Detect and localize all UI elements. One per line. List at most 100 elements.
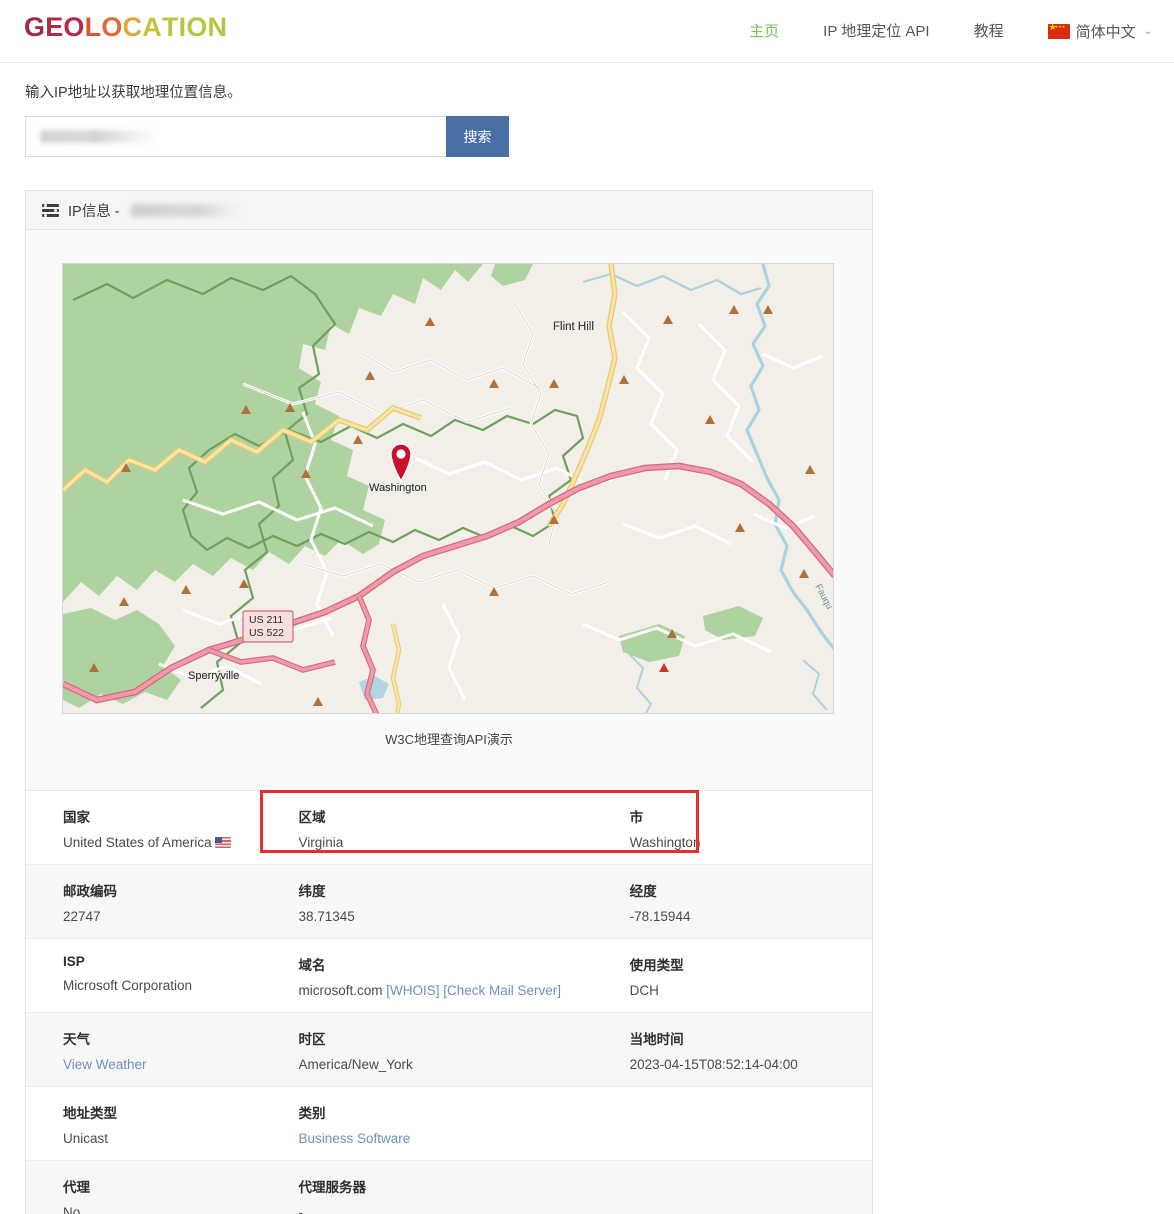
detail-row: 天气 View Weather 时区 America/New_York 当地时间 2023… bbox=[26, 1013, 872, 1087]
svg-text:US 522: US 522 bbox=[249, 627, 284, 639]
cn-flag-icon bbox=[1047, 20, 1070, 39]
search-row: 搜索 bbox=[25, 116, 509, 157]
detail-cell: 国家 United States of America bbox=[26, 806, 261, 850]
server-list-icon bbox=[42, 203, 59, 217]
detail-value: 38.71345 bbox=[298, 909, 592, 924]
detail-value: Microsoft Corporation bbox=[63, 978, 261, 993]
detail-label: 区域 bbox=[298, 810, 326, 825]
detail-cell: 域名 microsoft.com [WHOIS] [Check Mail Serv… bbox=[261, 954, 592, 998]
detail-value-text: 2023-04-15T08:52:14-04:00 bbox=[629, 1057, 798, 1072]
detail-label: 代理 bbox=[63, 1180, 90, 1195]
detail-row: 国家 United States of America 区域 Virginia 市 Was… bbox=[26, 790, 872, 865]
detail-cell: 区域 Virginia bbox=[261, 806, 592, 850]
detail-value-text: Microsoft Corporation bbox=[63, 978, 193, 993]
detail-value-text: 22747 bbox=[63, 909, 101, 924]
detail-label: 域名 bbox=[298, 958, 326, 973]
detail-extra-link[interactable]: [WHOIS] bbox=[386, 983, 439, 998]
detail-cell: 市 Washington bbox=[593, 806, 872, 850]
detail-cell: 时区 America/New_York bbox=[261, 1028, 592, 1072]
logo-letter: E bbox=[45, 12, 64, 42]
logo-letter: O bbox=[63, 12, 85, 42]
detail-row: 代理 No 代理服务器 - bbox=[26, 1161, 872, 1214]
logo-letter: O bbox=[101, 12, 123, 42]
search-button[interactable]: 搜索 bbox=[446, 116, 509, 157]
detail-cell bbox=[593, 1102, 872, 1146]
detail-label: 经度 bbox=[629, 884, 657, 899]
detail-value-text: -78.15944 bbox=[629, 909, 691, 924]
detail-value-text: No bbox=[63, 1205, 81, 1214]
detail-label: 使用类型 bbox=[629, 958, 684, 973]
detail-label: 国家 bbox=[63, 810, 90, 825]
search-prompt: 输入IP地址以获取地理位置信息。 bbox=[25, 85, 242, 101]
detail-label: 地址类型 bbox=[63, 1106, 117, 1121]
logo-letter: O bbox=[186, 12, 208, 42]
detail-label: 纬度 bbox=[298, 884, 326, 899]
logo-letter: G bbox=[24, 12, 46, 42]
detail-value-text: Unicast bbox=[63, 1131, 109, 1146]
detail-value-link[interactable]: Business Software bbox=[298, 1131, 410, 1146]
ip-info-panel-body: Flint Hill Flint Hill Washington Washing… bbox=[26, 230, 872, 1214]
svg-text:US 211: US 211 bbox=[249, 614, 283, 626]
detail-cell: 天气 View Weather bbox=[26, 1028, 261, 1072]
detail-cell: ISP Microsoft Corporation bbox=[26, 954, 261, 998]
detail-extra-link[interactable]: [Check Mail Server] bbox=[443, 983, 561, 998]
logo-letter: T bbox=[161, 12, 179, 42]
redacted-ip-value bbox=[40, 130, 158, 143]
detail-cell: 使用类型 DCH bbox=[593, 954, 872, 998]
redacted-ip-in-title bbox=[130, 203, 241, 217]
detail-value-text: United States of America bbox=[63, 835, 212, 850]
map-canvas[interactable]: Flint Hill Flint Hill Washington Washing… bbox=[63, 264, 833, 713]
detail-label: 类别 bbox=[298, 1106, 326, 1121]
logo-letter: A bbox=[142, 12, 162, 42]
ip-details-grid: 国家 United States of America 区域 Virginia 市 Was… bbox=[26, 790, 872, 1214]
detail-value: Washington bbox=[630, 835, 872, 850]
detail-value[interactable]: View Weather bbox=[63, 1057, 261, 1072]
detail-value: No bbox=[63, 1205, 261, 1214]
top-navigation-bar: GEOLOCATION 主页 IP 地理定位 API 教程 简体中文 ⌄ bbox=[0, 0, 1174, 63]
ip-info-panel-title: IP信息 - bbox=[68, 203, 120, 220]
nav-item-home[interactable]: 主页 bbox=[727, 0, 801, 63]
detail-value: -78.15944 bbox=[630, 909, 872, 924]
detail-value: United States of America bbox=[63, 835, 261, 850]
ip-info-panel: IP信息 - Flint Hill Flint Hill Washington … bbox=[25, 190, 873, 1214]
svg-text:Washington: Washington bbox=[369, 482, 427, 494]
nav-item-api[interactable]: IP 地理定位 API bbox=[801, 0, 951, 63]
detail-cell bbox=[593, 1176, 872, 1214]
detail-row: 邮政编码 22747 纬度 38.71345 经度 -78.15944 bbox=[26, 865, 872, 939]
detail-cell: 邮政编码 22747 bbox=[26, 880, 261, 924]
svg-text:Sperryville: Sperryville bbox=[188, 670, 239, 682]
detail-label: 时区 bbox=[298, 1032, 326, 1047]
detail-value-link[interactable]: View Weather bbox=[63, 1057, 147, 1072]
map-viewport[interactable]: Flint Hill Flint Hill Washington Washing… bbox=[62, 263, 834, 714]
map-caption: W3C地理查询API演示 bbox=[62, 714, 836, 790]
detail-value: Virginia bbox=[298, 835, 592, 850]
detail-label: 天气 bbox=[63, 1032, 90, 1047]
detail-label: ISP bbox=[63, 954, 85, 969]
site-logo[interactable]: GEOLOCATION bbox=[24, 12, 227, 43]
logo-letter: L bbox=[84, 12, 102, 42]
detail-value[interactable]: Business Software bbox=[298, 1131, 592, 1146]
detail-value-text: Washington bbox=[629, 835, 701, 850]
detail-value: 2023-04-15T08:52:14-04:00 bbox=[630, 1057, 872, 1072]
nav-item-tutorial[interactable]: 教程 bbox=[952, 0, 1026, 63]
detail-label: 当地时间 bbox=[629, 1032, 684, 1047]
ip-search-input[interactable] bbox=[25, 116, 446, 157]
svg-text:Flint Hill: Flint Hill bbox=[553, 321, 594, 333]
detail-value-text: America/New_York bbox=[298, 1057, 413, 1072]
detail-row: 地址类型 Unicast 类别 Business Software bbox=[26, 1087, 872, 1161]
detail-cell: 类别 Business Software bbox=[261, 1102, 592, 1146]
language-selector[interactable]: 简体中文 ⌄ bbox=[1026, 20, 1166, 42]
us-flag-icon bbox=[214, 837, 231, 848]
detail-cell: 当地时间 2023-04-15T08:52:14-04:00 bbox=[593, 1028, 872, 1072]
detail-value: America/New_York bbox=[298, 1057, 592, 1072]
detail-value: DCH bbox=[630, 983, 872, 998]
logo-letter: N bbox=[207, 12, 228, 42]
detail-cell: 纬度 38.71345 bbox=[261, 880, 592, 924]
ip-info-panel-header: IP信息 - bbox=[26, 191, 872, 230]
chevron-down-icon: ⌄ bbox=[1143, 26, 1152, 37]
logo-letter: I bbox=[178, 12, 187, 42]
detail-cell: 经度 -78.15944 bbox=[593, 880, 872, 924]
logo-letter: C bbox=[122, 12, 143, 42]
detail-value: microsoft.com [WHOIS] [Check Mail Server… bbox=[298, 983, 592, 998]
detail-value: - bbox=[298, 1205, 592, 1214]
